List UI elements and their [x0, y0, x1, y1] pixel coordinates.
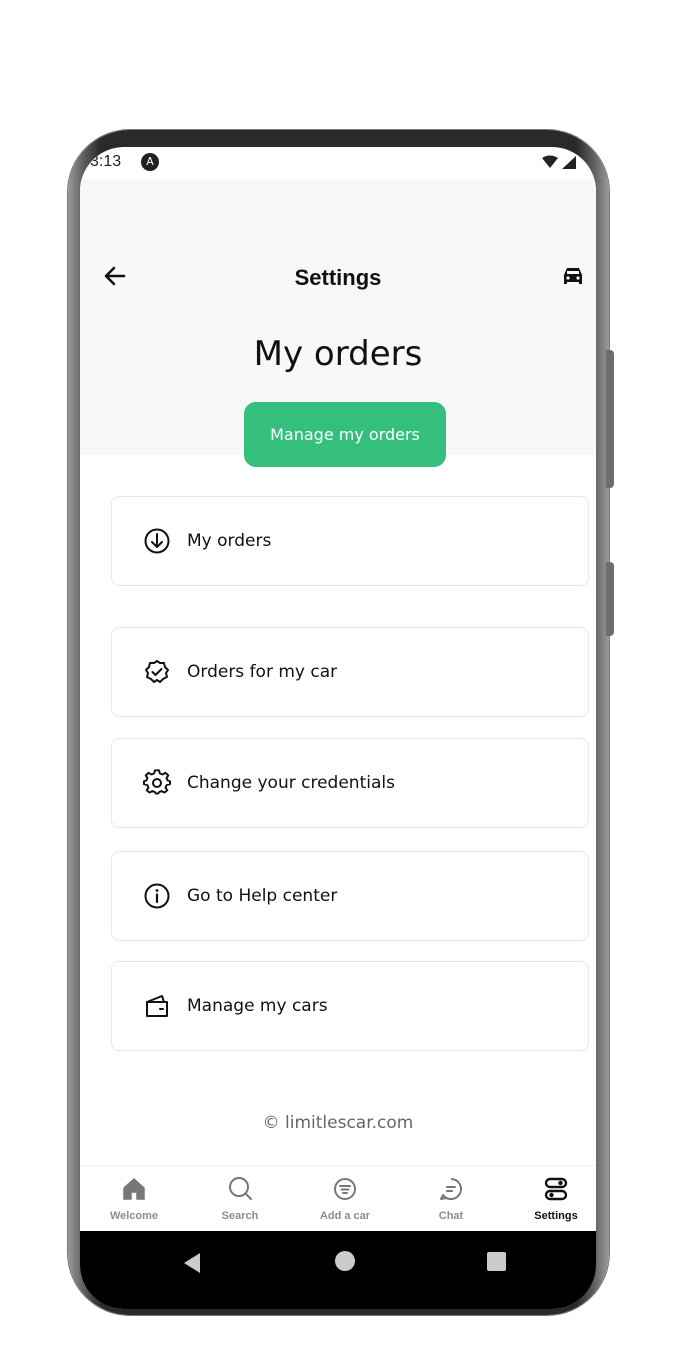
chat-icon [411, 1174, 491, 1204]
search-icon [200, 1174, 280, 1204]
menu-item-my-orders[interactable]: My orders [111, 496, 589, 586]
manage-orders-button[interactable]: Manage my orders [244, 402, 446, 467]
filter-circle-icon [305, 1174, 385, 1204]
status-time: 3:13 [90, 153, 122, 170]
home-icon [94, 1174, 174, 1204]
gear-icon [143, 769, 171, 797]
system-nav-bar [80, 1231, 596, 1309]
menu-item-change-credentials[interactable]: Change your credentials [111, 738, 589, 828]
volume-button [606, 350, 614, 488]
nav-item-chat[interactable]: Chat [411, 1174, 491, 1222]
power-button [606, 562, 614, 636]
info-icon [143, 882, 171, 910]
settings-toggles-icon [516, 1174, 596, 1204]
menu-item-label: Change your credentials [187, 773, 395, 793]
menu-item-help-center[interactable]: Go to Help center [111, 851, 589, 941]
system-recents-icon[interactable] [487, 1252, 506, 1271]
menu-item-label: My orders [187, 531, 272, 551]
settings-header: Settings My orders Manage my orders [80, 179, 596, 467]
nav-label: Welcome [109, 1210, 159, 1222]
car-icon[interactable] [560, 263, 586, 289]
bottom-nav: Welcome Search Add a car Chat Settings [80, 1165, 596, 1232]
system-back-icon[interactable] [182, 1252, 202, 1278]
hero-heading: My orders [253, 334, 423, 374]
nav-item-welcome[interactable]: Welcome [94, 1174, 174, 1222]
nav-item-settings[interactable]: Settings [516, 1174, 596, 1222]
notification-icon: A [141, 153, 159, 171]
wallet-icon [143, 992, 171, 1020]
app-screen: 3:13 A Settings My orders Manage my orde… [80, 147, 596, 1309]
menu-item-label: Manage my cars [187, 996, 328, 1016]
download-circle-icon [143, 527, 171, 555]
menu-item-label: Orders for my car [187, 662, 338, 682]
menu-item-orders-for-my-car[interactable]: Orders for my car [111, 627, 589, 717]
menu-item-manage-cars[interactable]: Manage my cars [111, 961, 589, 1051]
nav-label: Add a car [319, 1210, 371, 1222]
signal-icon [540, 155, 578, 175]
badge-check-icon [143, 658, 171, 686]
page-title: Settings [294, 265, 382, 290]
nav-label: Settings [534, 1210, 578, 1222]
nav-label: Chat [438, 1210, 464, 1222]
nav-item-add-car[interactable]: Add a car [305, 1174, 385, 1222]
system-home-icon[interactable] [335, 1251, 355, 1271]
status-bar: 3:13 A [80, 147, 596, 179]
menu-item-label: Go to Help center [187, 886, 338, 906]
nav-item-search[interactable]: Search [200, 1174, 280, 1222]
nav-label: Search [221, 1210, 259, 1222]
copyright-text[interactable]: © limitlescar.com [80, 1113, 596, 1133]
